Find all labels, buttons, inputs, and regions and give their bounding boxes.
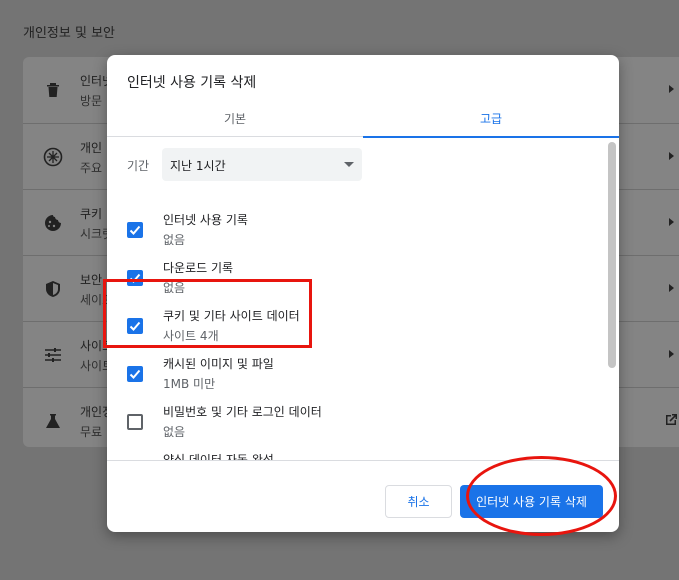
annotation-highlight-box <box>103 279 312 348</box>
dialog-tabs: 기본 고급 <box>107 99 619 138</box>
checkmark-icon <box>129 369 141 379</box>
cookie-icon <box>43 213 63 233</box>
option-subtitle: 없음 <box>163 425 186 439</box>
sliders-icon <box>43 345 63 365</box>
option-subtitle: 없음 <box>163 233 186 247</box>
row-title: 개인정 <box>80 405 110 419</box>
tab-advanced[interactable]: 고급 <box>363 99 619 138</box>
shield-icon <box>43 279 63 299</box>
time-range-value: 지난 1시간 <box>170 159 226 173</box>
row-title: 개인 <box>80 141 103 155</box>
chevron-right-icon <box>669 284 674 292</box>
checkbox-browsing-history[interactable] <box>127 222 143 238</box>
trash-icon <box>43 80 63 100</box>
chevron-right-icon <box>669 218 674 226</box>
row-subtitle: 시크릿 <box>80 227 110 241</box>
external-link-icon <box>666 414 677 425</box>
option-title: 비밀번호 및 기타 로그인 데이터 <box>163 405 322 419</box>
flask-icon <box>43 411 63 431</box>
checkbox-cache[interactable] <box>127 366 143 382</box>
compass-icon <box>43 147 63 167</box>
dialog-title: 인터넷 사용 기록 삭제 <box>127 75 257 91</box>
option-browsing-history: 인터넷 사용 기록 없음 <box>107 203 605 251</box>
chevron-right-icon <box>669 350 674 358</box>
option-title: 다운로드 기록 <box>163 261 234 275</box>
option-passwords: 비밀번호 및 기타 로그인 데이터 없음 <box>107 395 605 443</box>
scrollbar-thumb[interactable] <box>608 142 616 368</box>
option-subtitle: 1MB 미만 <box>163 377 216 391</box>
tab-basic[interactable]: 기본 <box>107 99 363 137</box>
chevron-right-icon <box>669 85 674 93</box>
time-range-label: 기간 <box>127 159 150 173</box>
row-subtitle: 방문 <box>80 94 103 108</box>
row-title: 쿠키 <box>80 207 103 221</box>
checkbox-passwords[interactable] <box>127 414 143 430</box>
row-subtitle: 사이트 <box>80 359 110 373</box>
time-range-select[interactable]: 지난 1시간 <box>162 148 362 181</box>
option-title: 인터넷 사용 기록 <box>163 213 248 227</box>
checkmark-icon <box>129 225 141 235</box>
option-title: 캐시된 이미지 및 파일 <box>163 357 274 371</box>
row-subtitle: 주요 <box>80 161 103 175</box>
dropdown-arrow-icon <box>344 162 354 167</box>
row-title: 인터넷 <box>80 74 110 88</box>
chevron-right-icon <box>669 152 674 160</box>
option-cache: 캐시된 이미지 및 파일 1MB 미만 <box>107 347 605 395</box>
cancel-button[interactable]: 취소 <box>385 485 452 518</box>
option-title: 양식 데이터 자동 완성 <box>163 453 274 460</box>
settings-page: 개인정보 및 보안 인터넷 방문 개인 주요 쿠키 시크릿 보안 세이프 사이트… <box>0 0 679 580</box>
row-subtitle: 무료 <box>80 425 103 439</box>
section-title: 개인정보 및 보안 <box>23 26 115 41</box>
annotation-highlight-ellipse <box>466 456 617 536</box>
